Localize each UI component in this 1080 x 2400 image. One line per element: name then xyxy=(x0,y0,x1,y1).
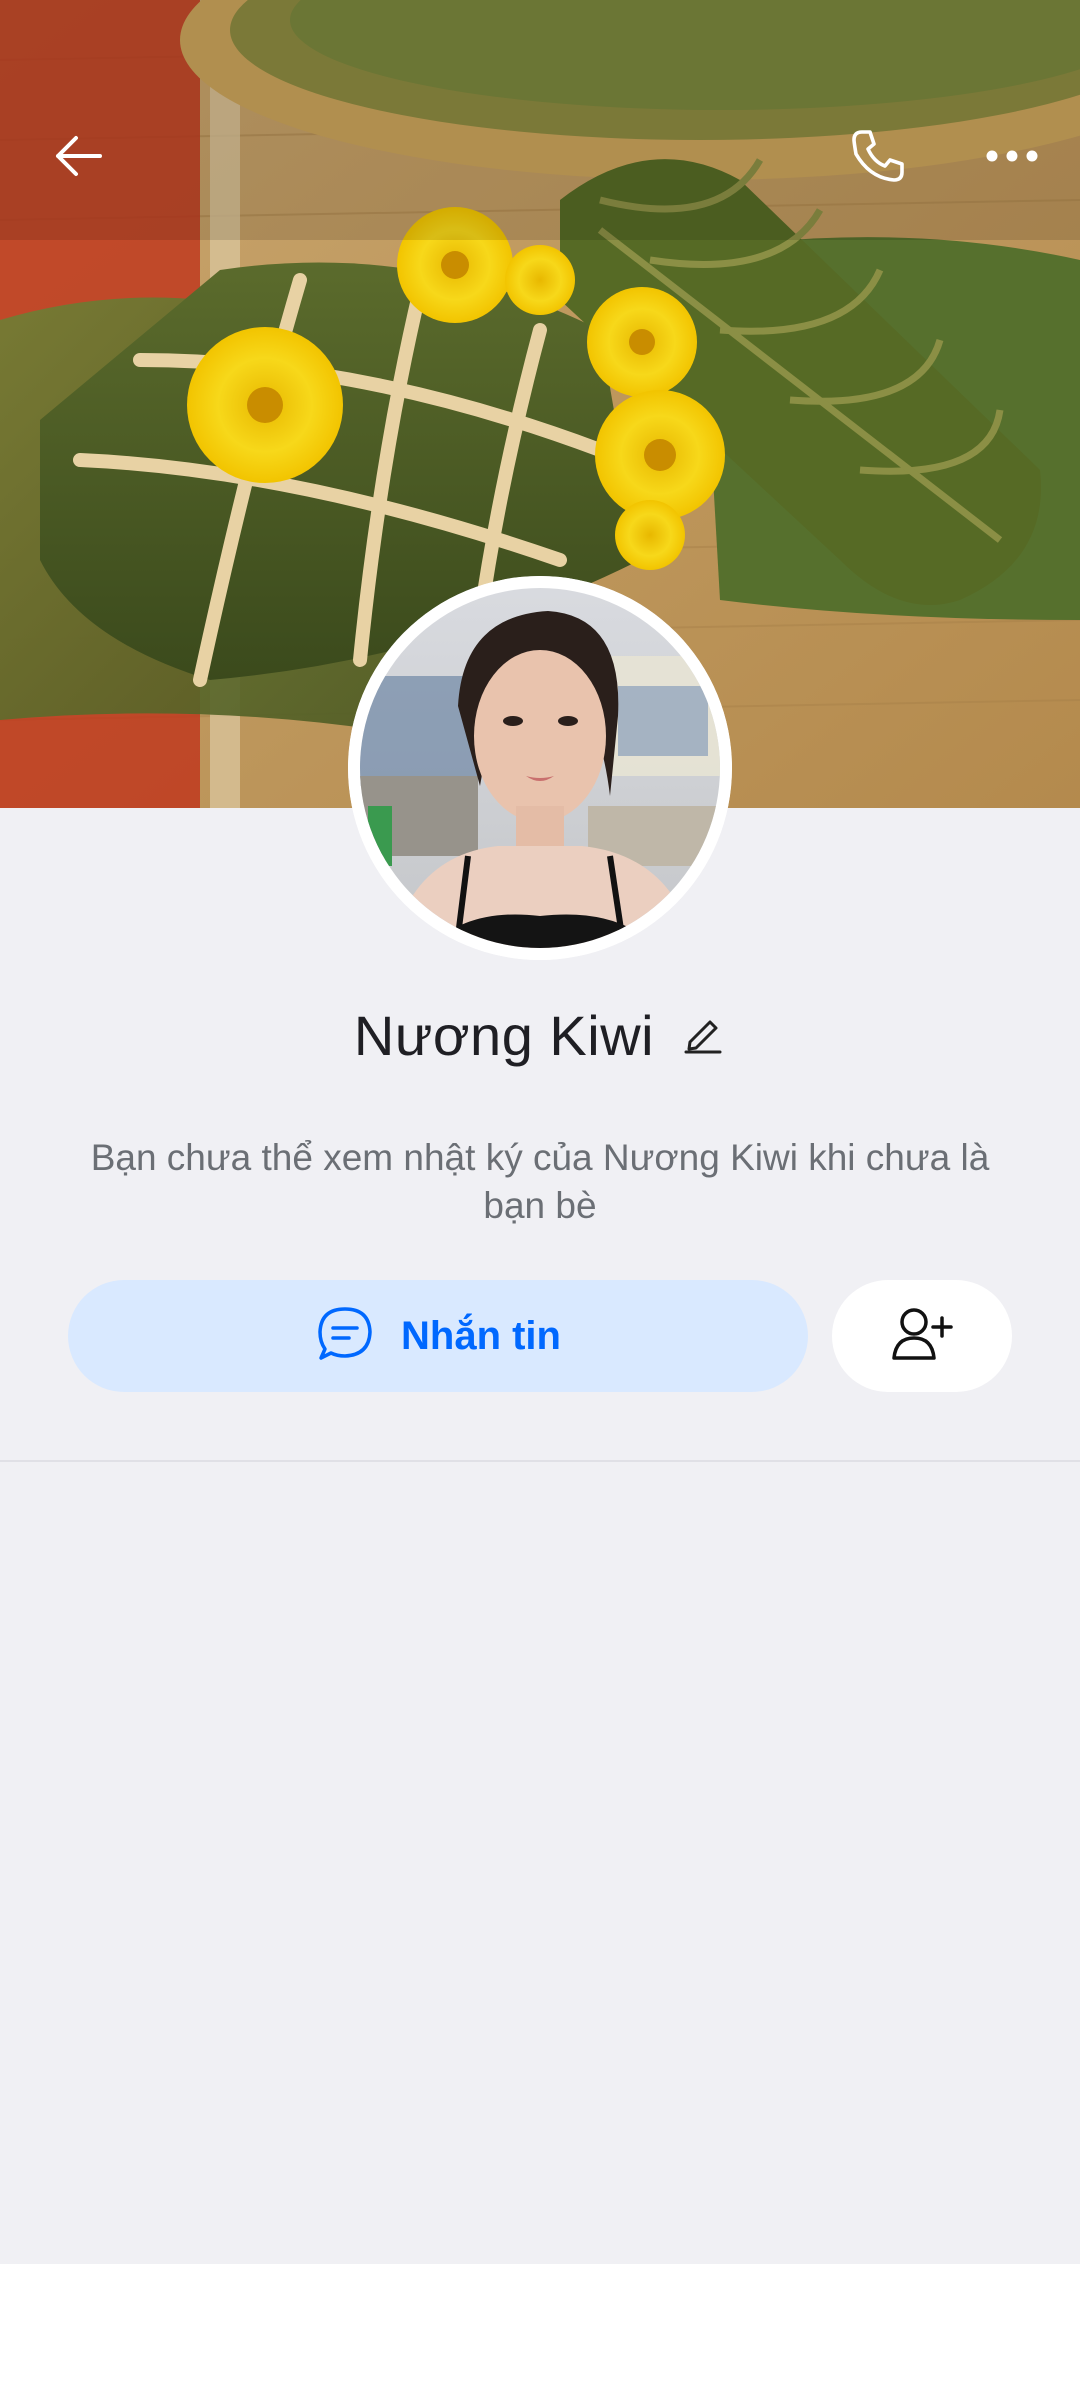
bottom-area xyxy=(0,2264,1080,2400)
section-divider xyxy=(0,1460,1080,1462)
arrow-left-icon xyxy=(50,128,106,189)
back-button[interactable] xyxy=(38,118,118,198)
message-button[interactable]: Nhắn tin xyxy=(68,1280,808,1392)
add-friend-button[interactable] xyxy=(832,1280,1012,1392)
more-dots-icon xyxy=(984,146,1040,171)
call-button[interactable] xyxy=(838,118,918,198)
add-user-icon xyxy=(890,1304,954,1369)
phone-icon xyxy=(848,126,908,191)
profile-name-row: Nương Kiwi xyxy=(0,995,1080,1075)
pencil-icon xyxy=(682,1012,724,1059)
diary-notice: Bạn chưa thể xem nhật ký của Nương Kiwi … xyxy=(90,1137,990,1226)
profile-avatar[interactable] xyxy=(348,576,732,960)
chat-bubble-icon xyxy=(315,1304,375,1369)
profile-name: Nương Kiwi xyxy=(353,1003,655,1067)
message-button-label: Nhắn tin xyxy=(401,1313,561,1358)
edit-name-button[interactable] xyxy=(680,1012,726,1058)
more-button[interactable] xyxy=(972,118,1052,198)
